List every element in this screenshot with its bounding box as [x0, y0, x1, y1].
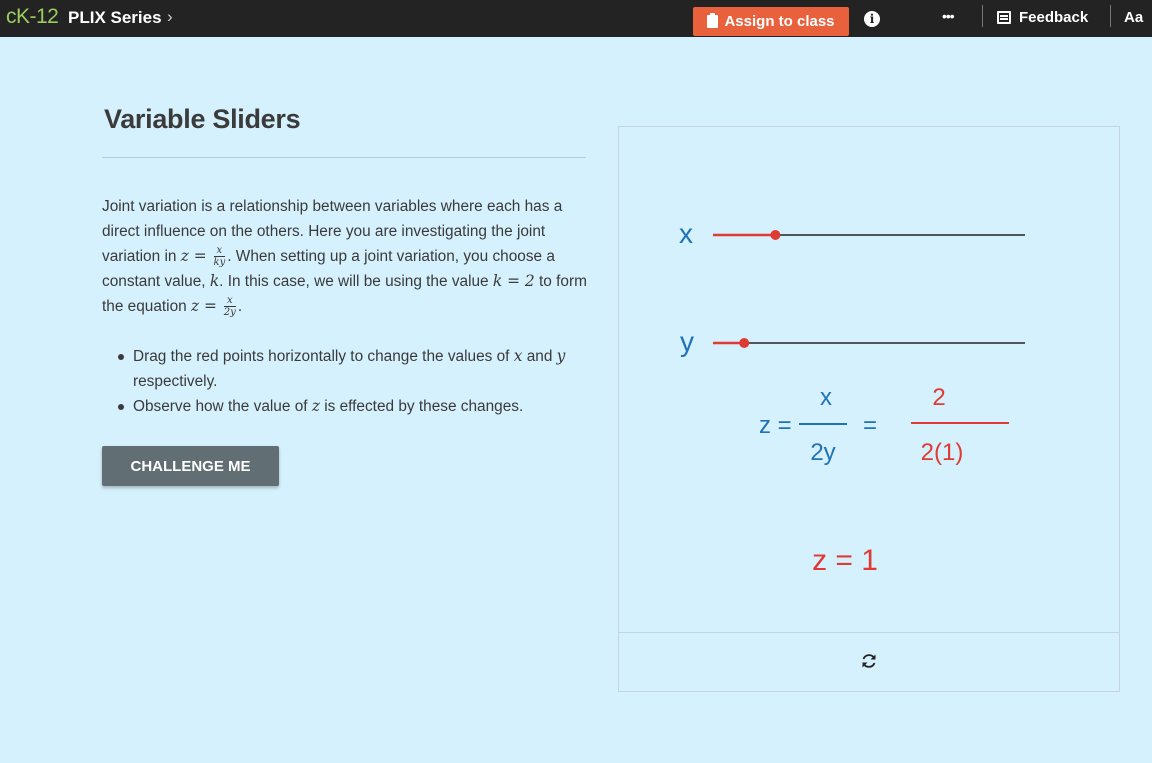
bullet-text: is effected by these changes. — [319, 398, 524, 415]
panel-divider — [619, 632, 1119, 633]
bullet-text: Observe how the value of — [133, 398, 312, 415]
value-numerator: 2 — [932, 384, 945, 411]
challenge-me-button[interactable]: CHALLENGE ME — [102, 446, 279, 486]
ck12-logo[interactable]: cK-12 — [6, 5, 59, 29]
bullet-text: respectively. — [133, 373, 218, 390]
bullet-text: and — [522, 348, 557, 365]
equation-numerator: x — [820, 384, 832, 411]
divider — [982, 5, 983, 27]
y-slider-label: y — [680, 326, 694, 357]
intro-text: . — [237, 298, 243, 315]
x-slider-handle[interactable] — [770, 230, 781, 240]
x-slider-label: x — [679, 218, 693, 249]
result-z-value: z = 1 — [812, 544, 878, 577]
y-slider-handle[interactable] — [739, 338, 750, 348]
fraction-x-over-2y: x 2y — [223, 295, 236, 319]
frac-denominator: ky — [213, 257, 226, 269]
chevron-right-icon: › — [167, 7, 173, 26]
interactive-panel: x y z = x 2y = 2 2(1) z = 1 — [618, 126, 1120, 692]
frac-numerator: x — [213, 245, 226, 258]
list-item: Drag the red points horizontally to chan… — [102, 344, 588, 394]
intro-paragraph: Joint variation is a relationship betwee… — [102, 194, 588, 319]
divider — [1110, 5, 1111, 27]
fraction-x-over-ky: x ky — [213, 245, 226, 269]
math-z: z — [311, 397, 320, 415]
plix-series-link[interactable]: PLIX Series — [68, 8, 162, 28]
feedback-button[interactable]: Feedback — [997, 9, 1088, 26]
page-title: Variable Sliders — [104, 104, 301, 134]
equation-z-equals: z = — [759, 412, 792, 439]
title-divider — [102, 157, 586, 158]
math-k-equals-2: k = 2 — [492, 272, 535, 290]
top-navigation-bar: cK-12 PLIX Series › Assign to class i ••… — [0, 0, 1152, 37]
math-z-eq: z = — [191, 297, 222, 315]
math-k: k — [209, 272, 220, 290]
math-y: y — [556, 347, 566, 365]
equation-denominator: 2y — [810, 439, 835, 466]
feedback-icon — [997, 11, 1011, 24]
font-size-toggle[interactable]: Aa — [1124, 9, 1143, 26]
clipboard-icon — [707, 13, 719, 28]
equation-equals: = — [863, 412, 877, 439]
bullet-text: Drag the red points horizontally to chan… — [133, 348, 514, 365]
refresh-icon[interactable] — [859, 651, 879, 671]
list-item: Observe how the value of z is effected b… — [102, 394, 588, 419]
assign-button-label: Assign to class — [724, 13, 835, 30]
more-options-icon[interactable]: ••• — [942, 8, 955, 24]
intro-text: . In this case, we will be using the val… — [219, 273, 493, 290]
value-denominator: 2(1) — [921, 439, 964, 466]
slider-board: x y z = x 2y = 2 2(1) z = 1 — [679, 218, 1025, 577]
frac-numerator: x — [223, 295, 236, 308]
feedback-label: Feedback — [1019, 9, 1089, 26]
math-z-eq: z = — [180, 247, 212, 265]
instruction-list: Drag the red points horizontally to chan… — [102, 344, 588, 419]
assign-to-class-button[interactable]: Assign to class — [693, 7, 849, 36]
frac-denominator: 2y — [223, 307, 236, 319]
info-icon[interactable]: i — [864, 11, 880, 27]
